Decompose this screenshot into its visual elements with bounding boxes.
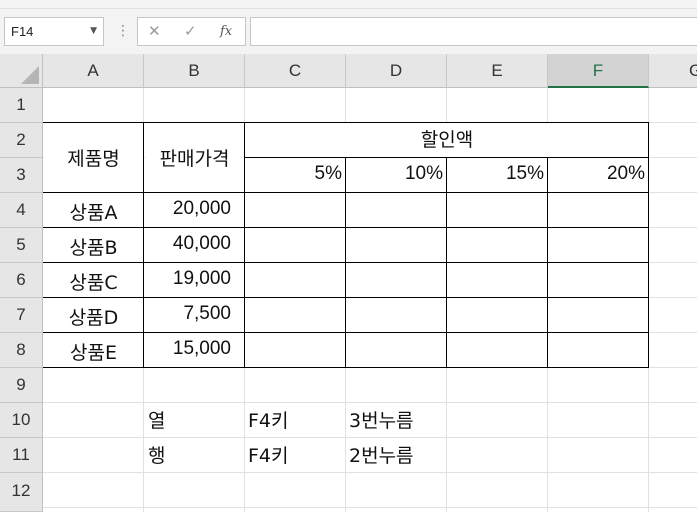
column-header-a[interactable]: A bbox=[43, 54, 144, 88]
item-price: 19,000 bbox=[172, 268, 231, 289]
column-header-d[interactable]: D bbox=[346, 54, 447, 88]
row-header-10[interactable]: 10 bbox=[0, 403, 43, 438]
item-price: 15,000 bbox=[172, 338, 231, 359]
column-header-e[interactable]: E bbox=[447, 54, 548, 88]
gridline bbox=[43, 507, 697, 508]
table-border bbox=[43, 297, 649, 298]
insert-function-icon[interactable]: fx bbox=[220, 24, 232, 39]
name-box-value: F14 bbox=[11, 24, 34, 39]
row-header-5[interactable]: 5 bbox=[0, 228, 43, 263]
rate-5: 5% bbox=[314, 163, 342, 184]
table-border bbox=[143, 122, 144, 368]
table-border bbox=[43, 192, 649, 193]
item-price: 20,000 bbox=[172, 198, 231, 219]
row-header-3[interactable]: 3 bbox=[0, 158, 43, 193]
row-header-11[interactable]: 11 bbox=[0, 438, 43, 473]
note-label: 행 bbox=[148, 445, 166, 467]
worksheet-grid[interactable]: A B C D E F G 1 2 3 4 5 6 7 8 9 10 11 12 bbox=[0, 54, 697, 512]
item-price: 7,500 bbox=[183, 303, 231, 324]
enter-icon[interactable]: ✓ bbox=[184, 22, 197, 40]
table-border bbox=[43, 262, 649, 263]
table-border bbox=[446, 157, 447, 368]
rate-10: 10% bbox=[404, 163, 443, 184]
table-border bbox=[244, 122, 245, 368]
item-name: 상품E bbox=[70, 342, 117, 364]
header-price: 판매가격 bbox=[159, 148, 230, 170]
row-header-4[interactable]: 4 bbox=[0, 193, 43, 228]
row-header-12[interactable]: 12 bbox=[0, 473, 43, 512]
gridline bbox=[43, 402, 697, 403]
table-border bbox=[43, 122, 649, 123]
note-action: 2번누름 bbox=[349, 445, 414, 467]
item-name: 상품B bbox=[69, 237, 118, 259]
note-key: F4키 bbox=[248, 445, 289, 467]
table-border bbox=[43, 367, 649, 368]
row-header-9[interactable]: 9 bbox=[0, 368, 43, 403]
table-border bbox=[345, 157, 346, 368]
name-box[interactable]: F14 ▼ bbox=[4, 17, 104, 46]
row-header-8[interactable]: 8 bbox=[0, 333, 43, 368]
row-header-6[interactable]: 6 bbox=[0, 263, 43, 298]
column-header-c[interactable]: C bbox=[245, 54, 346, 88]
item-name: 상품A bbox=[69, 202, 118, 224]
table-border bbox=[547, 157, 548, 368]
note-action: 3번누름 bbox=[349, 410, 414, 432]
row-header-7[interactable]: 7 bbox=[0, 298, 43, 333]
ribbon-edge bbox=[0, 0, 697, 9]
note-key: F4키 bbox=[248, 410, 289, 432]
gridline bbox=[43, 437, 697, 438]
rate-20: 20% bbox=[606, 163, 645, 184]
formula-bar: F14 ▼ ⋮ ✕ ✓ fx bbox=[0, 9, 697, 54]
row-header-1[interactable]: 1 bbox=[0, 88, 43, 123]
header-product: 제품명 bbox=[67, 148, 120, 170]
note-label: 열 bbox=[148, 410, 166, 432]
cancel-icon[interactable]: ✕ bbox=[148, 22, 161, 40]
chevron-down-icon[interactable]: ▼ bbox=[90, 26, 97, 36]
table-border bbox=[648, 122, 649, 368]
table-border bbox=[43, 227, 649, 228]
formula-input[interactable] bbox=[250, 17, 697, 46]
header-discount: 할인액 bbox=[420, 129, 474, 151]
table-border bbox=[43, 332, 649, 333]
rate-15: 15% bbox=[505, 163, 544, 184]
item-name: 상품C bbox=[69, 272, 118, 294]
formula-buttons: ✕ ✓ fx bbox=[137, 17, 246, 46]
more-options-icon[interactable]: ⋮ bbox=[116, 23, 130, 39]
column-header-f[interactable]: F bbox=[548, 54, 649, 88]
select-all-button[interactable] bbox=[0, 54, 43, 88]
item-name: 상품D bbox=[68, 307, 119, 329]
gridline bbox=[43, 472, 697, 473]
column-header-b[interactable]: B bbox=[144, 54, 245, 88]
column-header-g[interactable]: G bbox=[649, 54, 697, 88]
item-price: 40,000 bbox=[172, 233, 231, 254]
row-header-2[interactable]: 2 bbox=[0, 123, 43, 158]
